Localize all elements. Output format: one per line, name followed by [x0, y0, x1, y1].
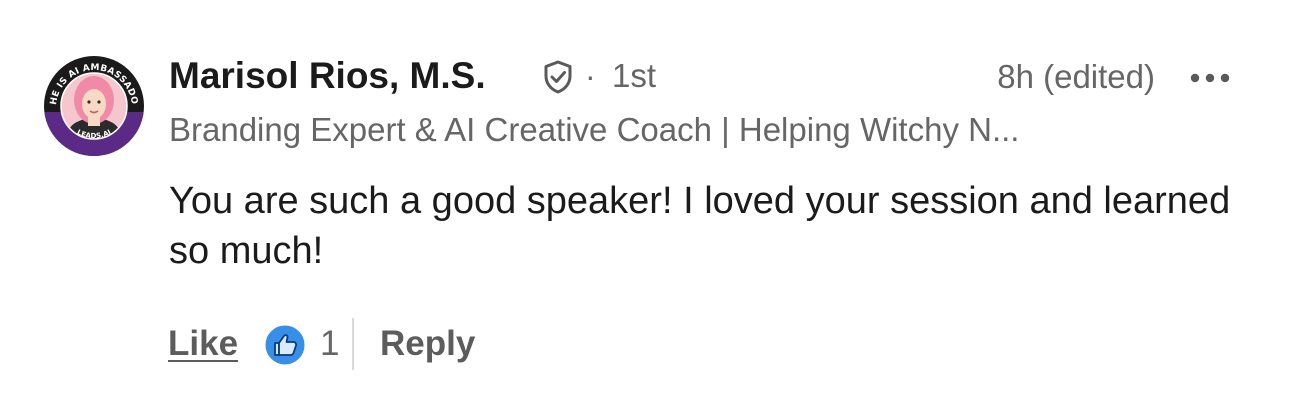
author-headline: Branding Expert & AI Creative Coach | He…	[169, 111, 1020, 148]
more-horizontal-icon	[1190, 73, 1230, 83]
connection-degree: 1st	[612, 57, 657, 94]
avatar-image: SHE IS AI AMBASSADOR LEADS.AI	[44, 56, 144, 156]
comment-card: SHE IS AI AMBASSADOR LEADS.AI Marisol Ri…	[0, 0, 1289, 400]
verified-shield-icon	[540, 59, 576, 95]
comment-body: You are such a good speaker! I loved you…	[169, 180, 1231, 272]
author-avatar[interactable]: SHE IS AI AMBASSADOR LEADS.AI	[44, 56, 144, 156]
like-thumb-icon[interactable]	[264, 324, 306, 366]
separator-dot: ·	[585, 58, 596, 94]
author-name[interactable]: Marisol Rios, M.S.	[169, 52, 486, 100]
reply-button[interactable]: Reply	[380, 320, 475, 368]
comment-timestamp: 8h (edited)	[997, 58, 1155, 95]
like-button[interactable]: Like	[168, 320, 238, 368]
reaction-count[interactable]: 1	[320, 320, 339, 368]
action-divider	[352, 318, 354, 370]
more-options-button[interactable]	[1185, 58, 1235, 98]
